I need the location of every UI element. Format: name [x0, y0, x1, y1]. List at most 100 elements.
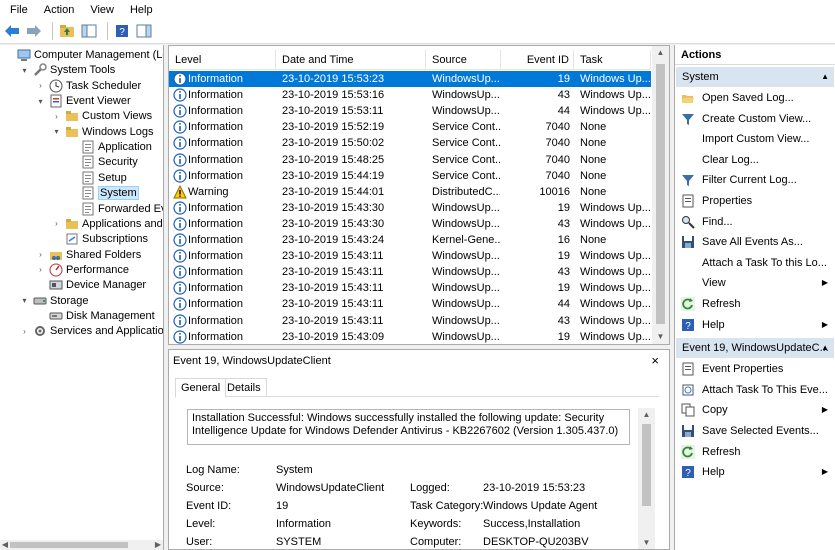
action-item[interactable]: Refresh [676, 442, 834, 462]
tree-item[interactable]: › Services and Applications [20, 323, 163, 339]
action-item[interactable]: ? Help ▶ [676, 315, 834, 335]
action-item[interactable]: Attach Task To This Eve... [676, 380, 834, 400]
tree-item[interactable]: Subscriptions [52, 231, 148, 247]
expander-icon[interactable]: › [20, 327, 29, 336]
action-item[interactable]: View ▶ [676, 273, 834, 293]
action-item[interactable]: Import Custom View... [676, 129, 834, 149]
tree-item[interactable]: Disk Management [36, 308, 155, 324]
expander-icon[interactable]: › [36, 81, 45, 90]
collapse-caret-icon[interactable]: ▲ [821, 338, 829, 358]
column-header-source[interactable]: Source [426, 50, 501, 70]
column-header-task-category[interactable]: Task Category [574, 50, 651, 86]
tree-item[interactable]: › Task Scheduler [36, 78, 141, 94]
event-list-scrollbar[interactable]: ▲ ▼ [652, 46, 669, 344]
table-row[interactable]: Information 23-10-2019 15:53:11 WindowsUp.… [169, 103, 651, 119]
action-item[interactable]: Properties [676, 191, 834, 211]
scroll-up-arrow-icon[interactable]: ▲ [638, 408, 655, 422]
table-row[interactable]: Information 23-10-2019 15:43:11 WindowsUp.… [169, 248, 651, 264]
actions-section-header[interactable]: System ▲ [676, 67, 834, 87]
table-row[interactable]: Information 23-10-2019 15:52:19 Service Co… [169, 119, 651, 135]
tree-item[interactable]: Forwarded Event [68, 201, 163, 217]
tree-item[interactable]: › Performance [36, 262, 129, 278]
tree-item[interactable]: Setup [68, 170, 127, 186]
expander-icon[interactable]: › [36, 265, 45, 274]
tree-item[interactable]: System [68, 185, 139, 201]
table-row[interactable]: Information 23-10-2019 15:44:19 Service Co… [169, 168, 651, 184]
action-item[interactable]: Create Custom View... [676, 109, 834, 129]
table-row[interactable]: Information 23-10-2019 15:48:25 Service Co… [169, 152, 651, 168]
show-hide-tree-icon[interactable] [80, 22, 98, 40]
tree-item[interactable]: ▾ System Tools [20, 62, 115, 78]
scroll-down-arrow-icon[interactable]: ▼ [638, 536, 655, 549]
table-row[interactable]: Information 23-10-2019 15:43:11 WindowsUp.… [169, 264, 651, 280]
tree-item[interactable]: Computer Management (Local [4, 47, 163, 63]
tree-item[interactable]: › Applications and Se [52, 216, 163, 232]
action-item[interactable]: Save All Events As... [676, 232, 834, 252]
expander-icon[interactable]: ▾ [20, 296, 29, 305]
scrollbar-thumb[interactable] [642, 424, 651, 506]
column-header-date[interactable]: Date and Time [276, 50, 426, 70]
table-row[interactable]: Information 23-10-2019 15:50:02 Service Co… [169, 135, 651, 151]
details-scrollbar[interactable]: ▲ ▼ [638, 408, 655, 549]
action-item[interactable]: Clear Log... [676, 150, 834, 170]
table-row[interactable]: Information 23-10-2019 15:43:09 WindowsUp.… [169, 329, 651, 344]
expander-icon[interactable]: › [52, 112, 61, 121]
tab-general[interactable]: General [175, 378, 227, 398]
menu-view[interactable]: View [84, 4, 120, 16]
scrollbar-thumb[interactable] [10, 542, 128, 548]
event-message[interactable]: Installation Successful: Windows success… [187, 409, 630, 445]
column-header-event-id[interactable]: Event ID [501, 50, 574, 70]
expander-icon[interactable]: ▾ [52, 127, 61, 136]
expander-icon[interactable]: ▾ [20, 66, 29, 75]
forward-arrow-icon[interactable] [25, 22, 43, 40]
tab-details[interactable]: Details [221, 378, 267, 397]
close-icon[interactable]: × [651, 353, 659, 368]
column-header-level[interactable]: Level [169, 50, 276, 70]
expander-icon[interactable]: › [36, 250, 45, 259]
tree-item[interactable]: ▾ Event Viewer [36, 93, 131, 109]
tree-item[interactable]: › Shared Folders [36, 247, 141, 263]
up-folder-icon[interactable] [58, 22, 76, 40]
action-item[interactable]: Attach a Task To this Lo... [676, 253, 834, 273]
action-item[interactable]: Find... [676, 212, 834, 232]
table-row[interactable]: Information 23-10-2019 15:43:11 WindowsUp.… [169, 280, 651, 296]
table-row[interactable]: Information 23-10-2019 15:53:23 WindowsUp.… [169, 71, 651, 87]
action-item[interactable]: ? Help ▶ [676, 462, 834, 482]
menu-help[interactable]: Help [124, 4, 159, 16]
table-row[interactable]: Information 23-10-2019 15:43:11 WindowsUp.… [169, 313, 651, 329]
help-book-icon[interactable]: ? [113, 22, 131, 40]
menu-action[interactable]: Action [38, 4, 81, 16]
tree-item[interactable]: Device Manager [36, 277, 146, 293]
tree-item[interactable]: Security [68, 154, 138, 170]
tree-item[interactable]: ▾ Storage [20, 293, 88, 309]
action-item[interactable]: Open Saved Log... [676, 88, 834, 108]
table-row[interactable]: Information 23-10-2019 15:43:30 WindowsUp.… [169, 200, 651, 216]
scrollbar-thumb[interactable] [656, 64, 665, 324]
tree-item[interactable]: › Custom Views [52, 108, 152, 124]
cell-task-category: Windows Up... [580, 201, 650, 214]
tree-hscrollbar[interactable]: ◀ ▶ [0, 540, 163, 550]
expander-icon[interactable]: ▾ [36, 97, 45, 106]
collapse-caret-icon[interactable]: ▲ [821, 67, 829, 87]
table-row[interactable]: Information 23-10-2019 15:43:30 WindowsUp.… [169, 216, 651, 232]
tree-item[interactable]: Application [68, 139, 152, 155]
action-item[interactable]: Copy ▶ [676, 400, 834, 420]
action-pane-icon[interactable] [135, 22, 153, 40]
table-row[interactable]: Information 23-10-2019 15:53:16 WindowsUp.… [169, 87, 651, 103]
action-item[interactable]: Save Selected Events... [676, 421, 834, 441]
table-row[interactable]: Information 23-10-2019 15:43:11 WindowsUp.… [169, 296, 651, 312]
tree-item[interactable]: ▾ Windows Logs [52, 124, 153, 140]
actions-section-header[interactable]: Event 19, WindowsUpdateC... ▲ [676, 338, 834, 359]
expander-icon[interactable]: › [52, 219, 61, 228]
scroll-right-arrow-icon[interactable]: ▶ [153, 538, 163, 550]
action-item[interactable]: Event Properties [676, 359, 834, 379]
scroll-up-arrow-icon[interactable]: ▲ [652, 46, 669, 60]
action-item[interactable]: Refresh [676, 294, 834, 314]
action-item[interactable]: Filter Current Log... [676, 170, 834, 190]
menu-file[interactable]: File [4, 4, 34, 16]
scroll-down-arrow-icon[interactable]: ▼ [652, 330, 669, 344]
table-row[interactable]: Warning 23-10-2019 15:44:01 DistributedC..… [169, 184, 651, 200]
scroll-left-arrow-icon[interactable]: ◀ [0, 538, 10, 550]
table-row[interactable]: Information 23-10-2019 15:43:24 Kernel-Gen… [169, 232, 651, 248]
back-arrow-icon[interactable] [3, 22, 21, 40]
